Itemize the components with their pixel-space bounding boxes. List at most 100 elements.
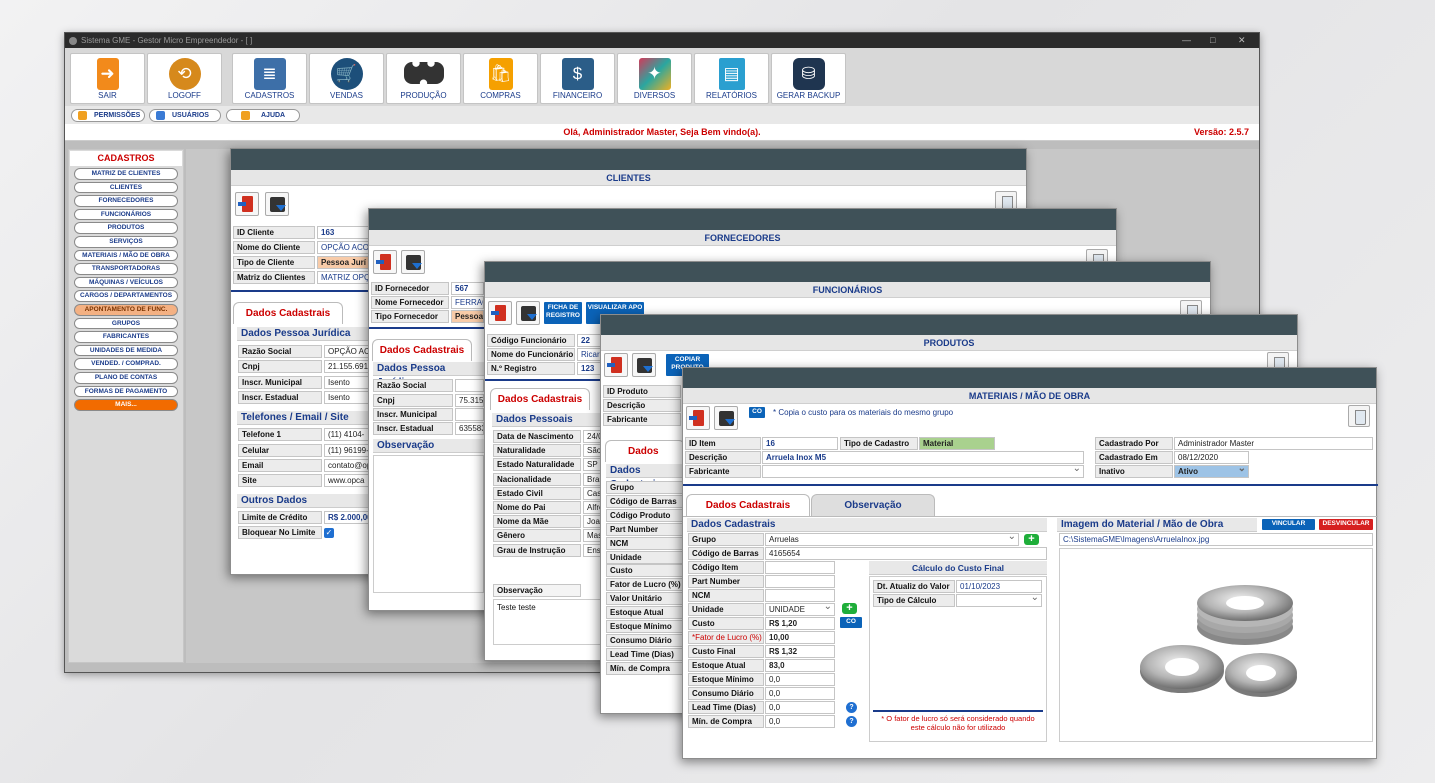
vincular-button[interactable]: VINCULAR [1262,519,1315,530]
razao-social-field[interactable] [455,379,484,392]
cnpj-field[interactable]: 75.315. [455,394,484,407]
tab-dados-cadastrais[interactable]: Dados Cadastrais [372,339,472,361]
save-button[interactable] [265,192,289,216]
nome-funcionario-field[interactable]: Ricard [577,348,601,361]
cadastrado-em-field[interactable]: 08/12/2020 [1174,451,1249,464]
minimize-button[interactable]: — [1182,33,1191,48]
sidebar-item-servicos[interactable]: SERVIÇOS [74,235,178,248]
tipo-calculo-select[interactable] [956,594,1042,607]
tab-dados-cadastrais[interactable]: Dados Cadastrais [686,494,810,516]
sidebar-item-matriz-clientes[interactable]: MATRIZ DE CLIENTES [74,168,178,180]
bloquear-limite-checkbox[interactable]: ✓ [324,528,334,538]
dados-pessoais-value[interactable]: Ensi [583,543,601,557]
ajuda-button[interactable]: AJUDA [226,109,300,122]
help-lead-time-icon[interactable]: ? [846,702,857,713]
tipo-fornecedor-field[interactable]: Pessoa [451,310,484,323]
dados-pessoais-value[interactable]: São [583,444,601,458]
codigo-item-field[interactable] [765,561,835,574]
delete-button[interactable] [1348,405,1370,427]
sidebar-item-grupos[interactable]: GRUPOS [74,317,178,330]
logoff-button[interactable]: ⟲ LOGOFF [147,53,222,104]
tipo-cadastro-field[interactable]: Material [919,437,995,450]
sidebar-item-vendedores[interactable]: VENDED. / COMPRAD. [74,358,178,370]
razao-social-field[interactable]: OPÇÃO ACO [324,345,369,358]
site-field[interactable]: www.opca [324,474,369,487]
sair-button[interactable]: ➜ SAIR [70,53,145,104]
save-button[interactable] [516,301,540,325]
sidebar-item-fabricantes[interactable]: FABRICANTES [74,331,178,343]
id-cliente-field[interactable]: 163 [317,226,369,239]
sidebar-item-maquinas[interactable]: MÁQUINAS / VEÍCULOS [74,276,178,289]
celular-field[interactable]: (11) 96199- [324,444,369,457]
desvincular-button[interactable]: DESVINCULAR [1319,519,1373,530]
ficha-registro-button[interactable]: FICHA DE REGISTRO [544,302,582,324]
exit-button[interactable] [373,250,397,274]
diversos-button[interactable]: ✦ DIVERSOS [617,53,692,104]
ncm-field[interactable] [765,589,835,602]
tab-dados-cadastrais[interactable]: Dados Cadastrais [490,388,590,410]
cadastros-button[interactable]: ≣ CADASTROS [232,53,307,104]
sidebar-item-apontamento[interactable]: APONTAMENTO DE FUNC. [74,303,178,316]
unidade-select[interactable]: UNIDADE [765,603,835,616]
custo-field[interactable]: R$ 1,20 [765,617,835,630]
sidebar-item-fornecedores[interactable]: FORNECEDORES [74,195,178,207]
numero-registro-field[interactable]: 123 [577,362,601,375]
financeiro-button[interactable]: $ FINANCEIRO [540,53,615,104]
save-button[interactable] [401,250,425,274]
tab-dados-cadastrais[interactable]: Dados Cadas [605,440,685,479]
email-field[interactable]: contato@op [324,459,369,472]
copiar-custo-button[interactable]: CO [749,407,765,418]
save-button[interactable] [714,406,738,430]
dados-pessoais-value[interactable]: Mas [583,529,601,543]
dt-atualiz-field[interactable]: 01/10/2023 [956,580,1042,593]
fator-lucro-field[interactable]: 10,00 [765,631,835,644]
help-min-compra-icon[interactable]: ? [846,716,857,727]
estoque-minimo-field[interactable]: 0,0 [765,673,835,686]
part-number-field[interactable] [765,575,835,588]
exit-button[interactable] [604,353,628,377]
exit-button[interactable] [488,301,512,325]
permissoes-button[interactable]: PERMISSÕES [71,109,145,122]
sidebar-item-materiais[interactable]: MATERIAIS / MÃO DE OBRA [74,249,178,262]
save-button[interactable] [632,353,656,377]
codigo-barras-field[interactable]: 4165654 [765,547,1047,560]
tab-observacao[interactable]: Observação [811,494,935,516]
sidebar-item-plano-contas[interactable]: PLANO DE CONTAS [74,371,178,384]
dados-pessoais-value[interactable]: SP [583,458,601,472]
sidebar-item-cargos[interactable]: CARGOS / DEPARTAMENTOS [74,290,178,302]
fabricante-select[interactable] [762,465,1084,478]
sidebar-item-clientes[interactable]: CLIENTES [74,181,178,194]
matriz-field[interactable]: MATRIZ OPÇ [317,271,369,284]
sidebar-item-mais[interactable]: MAIS... [74,399,178,411]
gerar-backup-button[interactable]: ⛁ GERAR BACKUP [771,53,846,104]
observacao-textarea[interactable] [373,455,484,593]
descricao-field[interactable]: Arruela Inox M5 [762,451,1084,464]
producao-button[interactable]: ● ● ● PRODUÇÃO [386,53,461,104]
exit-button[interactable] [235,192,259,216]
lead-time-field[interactable]: 0,0 [765,701,835,714]
vendas-button[interactable]: 🛒 VENDAS [309,53,384,104]
nome-cliente-field[interactable]: OPÇÃO ACO [317,241,369,254]
exit-button[interactable] [686,406,710,430]
dados-pessoais-value[interactable]: Alfre [583,501,601,514]
inscr-estadual-field[interactable]: 6355830 [455,422,484,435]
observacao-textarea[interactable]: Teste teste [493,599,601,645]
dados-pessoais-value[interactable]: Casa [583,486,601,500]
close-button[interactable]: ✕ [1238,33,1246,48]
sidebar-item-produtos[interactable]: PRODUTOS [74,222,178,234]
min-compra-field[interactable]: 0,0 [765,715,835,728]
copiar-custo-inline-button[interactable]: CO [840,617,862,628]
limite-credito-field[interactable]: R$ 2.000,00 [324,511,369,524]
sidebar-item-funcionarios[interactable]: FUNCIONÁRIOS [74,208,178,221]
inativo-select[interactable]: Ativo [1174,465,1249,478]
dados-pessoais-value[interactable]: Joan [583,515,601,529]
nome-fornecedor-field[interactable]: FERRAGE [451,296,484,309]
inscr-municipal-field[interactable]: Isento [324,376,369,389]
custo-final-field[interactable]: R$ 1,32 [765,645,835,658]
inscr-municipal-field[interactable] [455,408,484,421]
telefone-field[interactable]: (11) 4104- [324,428,369,441]
add-unidade-button[interactable]: + [842,603,857,614]
cnpj-field[interactable]: 21.155.691/ [324,360,369,373]
maximize-button[interactable]: □ [1210,33,1215,48]
sidebar-item-formas-pagamento[interactable]: FORMAS DE PAGAMENTO [74,385,178,398]
